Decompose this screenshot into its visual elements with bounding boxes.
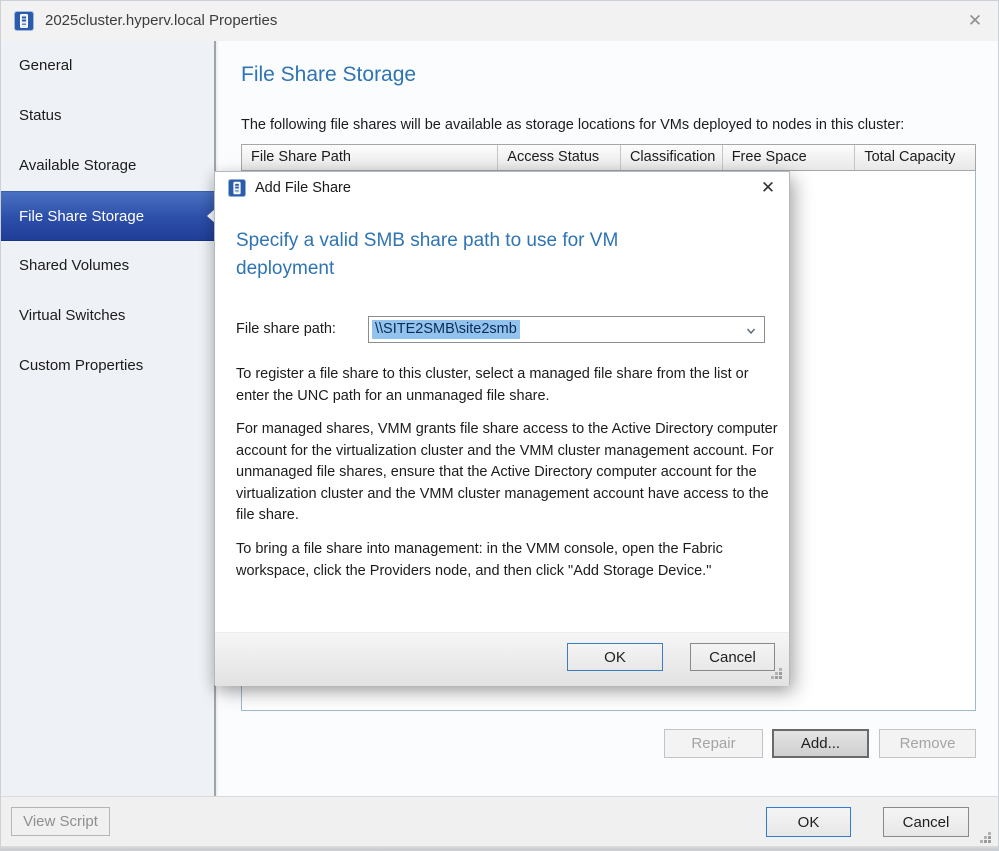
sidebar-item-available-storage[interactable]: Available Storage [1, 141, 214, 191]
window-footer: View Script OK Cancel [1, 796, 998, 850]
add-button[interactable]: Add... [772, 729, 869, 758]
close-icon: ✕ [967, 11, 983, 30]
sidebar-item-virtual-switches[interactable]: Virtual Switches [1, 291, 214, 341]
dialog-paragraph-bring-into-management: To bring a file share into management: i… [236, 541, 723, 579]
sidebar-item-label: Shared Volumes [19, 257, 130, 274]
sidebar-item-file-share-storage[interactable]: File Share Storage [1, 191, 216, 241]
dialog-ok-button[interactable]: OK [567, 643, 663, 671]
dialog-paragraph-register: To register a file share to this cluster… [236, 366, 749, 404]
window-close-button[interactable]: ✕ [958, 5, 992, 37]
window-titlebar: 2025cluster.hyperv.local Properties ✕ [1, 1, 998, 41]
sidebar-item-label: Virtual Switches [19, 307, 126, 324]
sidebar-item-shared-volumes[interactable]: Shared Volumes [1, 241, 214, 291]
sidebar-item-label: Available Storage [19, 157, 137, 174]
sidebar: General Status Available Storage File Sh… [1, 41, 216, 796]
file-share-path-value: \\SITE2SMB\site2smb [372, 320, 520, 339]
column-header-total-capacity[interactable]: Total Capacity [855, 145, 975, 170]
sidebar-item-label: General [19, 57, 73, 74]
file-share-path-label: File share path: [236, 321, 336, 337]
dialog-paragraph-managed: For managed shares, VMM grants file shar… [236, 421, 778, 523]
sidebar-item-label: Custom Properties [19, 357, 144, 374]
sidebar-item-label: File Share Storage [19, 208, 145, 225]
sidebar-item-custom-properties[interactable]: Custom Properties [1, 341, 214, 391]
repair-button[interactable]: Repair [664, 729, 763, 758]
view-script-button[interactable]: View Script [11, 807, 110, 836]
window-resize-grip[interactable] [988, 840, 991, 843]
close-icon: ✕ [760, 178, 776, 197]
sidebar-item-label: Status [19, 107, 62, 124]
column-header-file-share-path[interactable]: File Share Path [242, 145, 499, 170]
window-bottom-edge [1, 846, 998, 850]
cancel-button[interactable]: Cancel [883, 807, 969, 837]
dialog-close-button[interactable]: ✕ [753, 174, 783, 202]
column-header-access-status[interactable]: Access Status [498, 145, 621, 170]
dialog-footer: OK Cancel [215, 632, 789, 686]
dialog-heading: Specify a valid SMB share path to use fo… [236, 230, 619, 279]
remove-button[interactable]: Remove [879, 729, 976, 758]
table-header-row: File Share Path Access Status Classifica… [241, 144, 976, 171]
ok-button[interactable]: OK [766, 807, 851, 837]
dialog-titlebar: Add File Share ✕ [215, 172, 789, 204]
cluster-properties-icon [14, 11, 34, 31]
add-file-share-dialog: Add File Share ✕ Specify a valid SMB sha… [214, 171, 790, 686]
window-title: 2025cluster.hyperv.local Properties [45, 12, 278, 29]
sidebar-item-general[interactable]: General [1, 41, 214, 91]
chevron-down-icon[interactable] [745, 324, 757, 336]
dialog-resize-grip[interactable] [779, 676, 782, 679]
column-header-classification[interactable]: Classification [621, 145, 723, 170]
dialog-title: Add File Share [255, 180, 351, 196]
sidebar-item-status[interactable]: Status [1, 91, 214, 141]
file-share-path-combobox[interactable]: \\SITE2SMB\site2smb [368, 316, 765, 343]
dialog-cancel-button[interactable]: Cancel [690, 643, 775, 671]
page-title: File Share Storage [241, 63, 417, 86]
dialog-icon [228, 179, 246, 197]
page-description: The following file shares will be availa… [241, 117, 905, 133]
properties-window: 2025cluster.hyperv.local Properties ✕ Ge… [0, 0, 999, 851]
column-header-free-space[interactable]: Free Space [723, 145, 856, 170]
